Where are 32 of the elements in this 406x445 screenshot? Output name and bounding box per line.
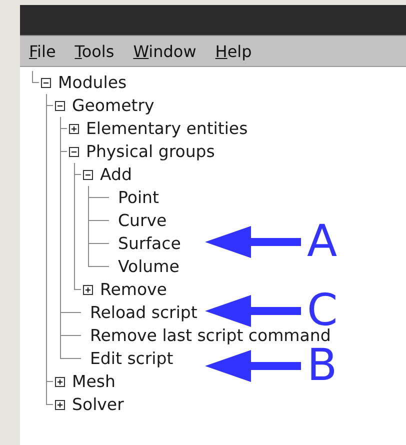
tree-item[interactable]: Add [95, 163, 132, 186]
arrow-icon [205, 226, 301, 258]
annotation-letter: C [307, 293, 338, 329]
collapse-icon[interactable] [55, 100, 65, 110]
tree-item[interactable]: Point [109, 186, 159, 209]
tree-item[interactable]: Remove [95, 278, 167, 301]
collapse-icon[interactable] [41, 78, 51, 88]
tree-item[interactable]: Geometry [67, 94, 154, 117]
tree-item[interactable]: Elementary entities [81, 117, 248, 140]
menu-item[interactable]: Help [215, 42, 252, 60]
collapse-icon[interactable] [69, 146, 79, 156]
annotation-letter: A [307, 224, 338, 260]
arrow-icon [205, 350, 301, 382]
tree-item[interactable]: Edit script [81, 347, 174, 370]
menu-item[interactable]: Tools [74, 42, 114, 60]
tree-item[interactable]: Volume [109, 255, 180, 278]
tree-item[interactable]: Surface [109, 232, 181, 255]
expand-icon[interactable] [55, 376, 65, 386]
annotation-letter: B [307, 348, 338, 384]
tree-item[interactable]: Mesh [67, 370, 116, 393]
collapse-icon[interactable] [83, 170, 93, 180]
arrow-icon [205, 295, 301, 327]
expand-icon[interactable] [69, 124, 79, 134]
tree-item[interactable]: Reload script [81, 301, 198, 324]
expand-icon[interactable] [83, 284, 93, 294]
tree-item[interactable]: Solver [67, 393, 124, 416]
expand-icon[interactable] [55, 400, 65, 410]
menu-item[interactable]: File [29, 42, 56, 60]
tree-item[interactable]: Modules [53, 71, 127, 94]
tree-item[interactable]: Physical groups [81, 140, 215, 163]
tree-item[interactable]: Curve [109, 209, 167, 232]
menu-item[interactable]: Window [133, 42, 196, 60]
